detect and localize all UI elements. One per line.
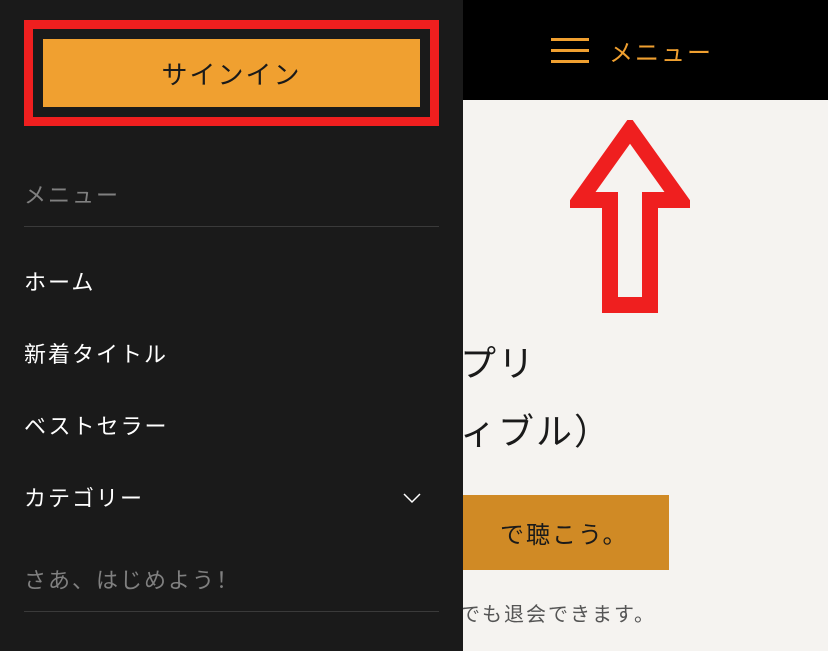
divider (24, 226, 439, 227)
menu-toggle-label: メニュー (609, 33, 713, 68)
sidebar-item-categories[interactable]: カテゴリー (24, 461, 439, 533)
signin-button[interactable]: サインイン (43, 39, 420, 107)
sidebar-item-label: ホーム (24, 265, 95, 297)
sidebar-drawer: サインイン メニュー ホーム 新着タイトル ベストセラー カテゴリー さあ、はじ… (0, 0, 463, 651)
sidebar-item-new-titles[interactable]: 新着タイトル (24, 317, 439, 389)
body-title-line-2: ィブル） (460, 403, 828, 455)
sidebar-item-label: カテゴリー (24, 481, 144, 513)
divider (24, 611, 439, 612)
cta-subtext: でも退会できます。 (460, 598, 828, 627)
annotation-arrow-icon (570, 120, 690, 325)
sidebar-item-home[interactable]: ホーム (24, 245, 439, 317)
signin-button-label: サインイン (161, 60, 301, 90)
hamburger-icon (551, 38, 589, 63)
sidebar-item-bestsellers[interactable]: ベストセラー (24, 389, 439, 461)
sidebar-section-label-2: さあ、はじめよう！ (24, 551, 439, 607)
sidebar-section-label: メニュー (24, 166, 439, 222)
sidebar-item-label: 新着タイトル (24, 337, 168, 369)
cta-button[interactable]: で聴こう。 (460, 495, 669, 570)
sidebar-item-label: ベストセラー (24, 409, 168, 441)
cta-button-label: で聴こう。 (500, 522, 629, 549)
body-title-line-1: プリ (460, 335, 828, 387)
menu-toggle-button[interactable]: メニュー (551, 33, 713, 68)
signin-highlight-box: サインイン (24, 20, 439, 126)
chevron-down-icon (403, 484, 421, 510)
